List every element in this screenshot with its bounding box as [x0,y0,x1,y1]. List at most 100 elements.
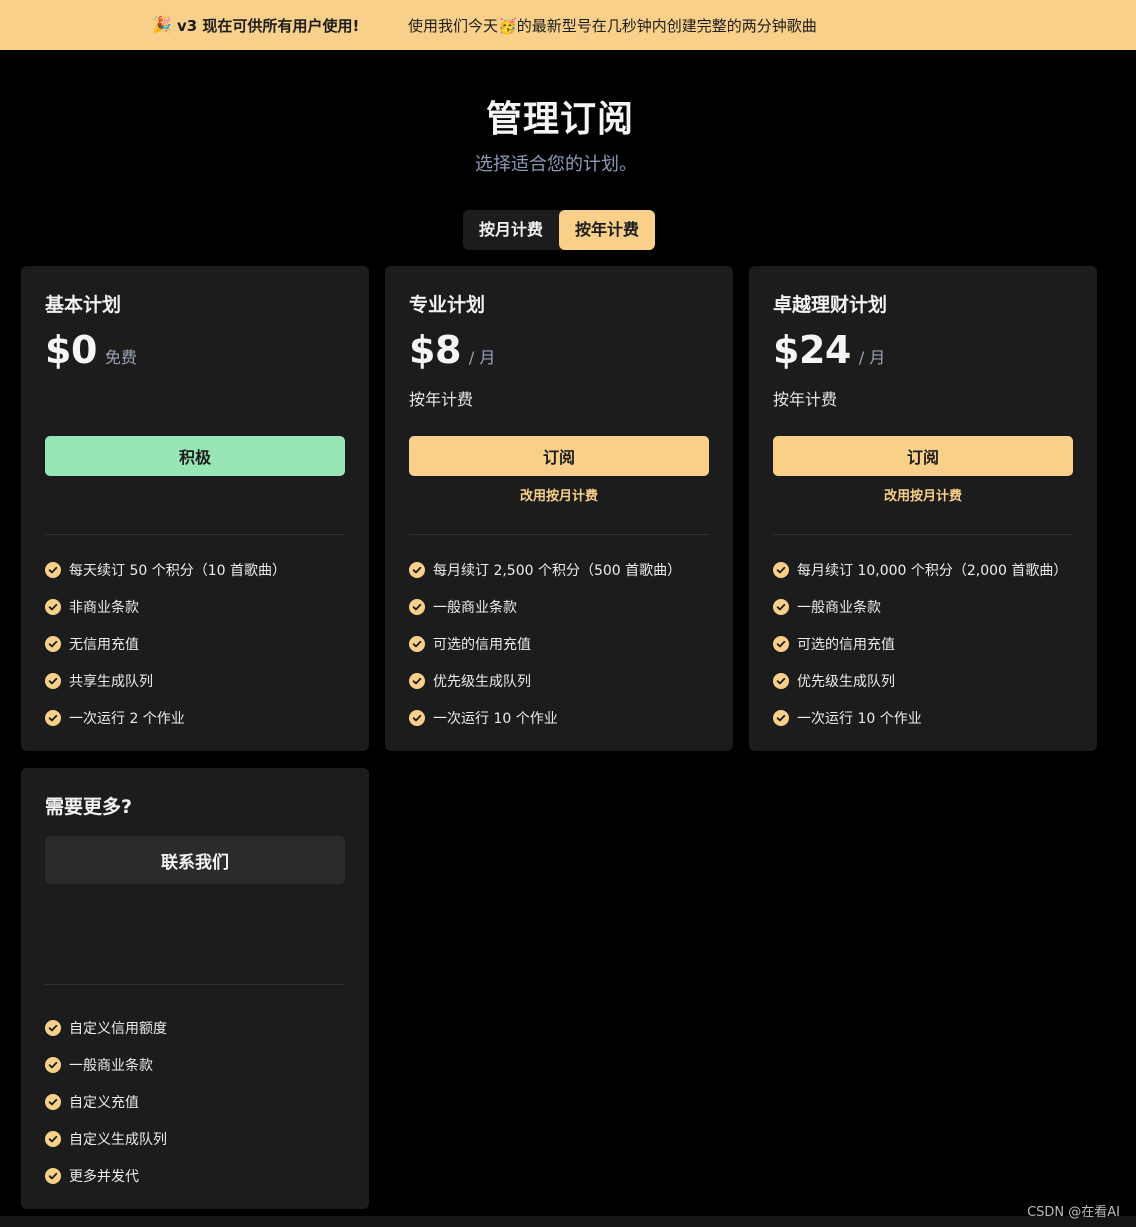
check-circle-icon [45,561,61,578]
plan-card-pro: 专业计划 $8 / 月 按年计费 订阅 改用按月计费 每月续订 2,500 个积… [385,266,733,751]
feature-item: 可选的信用充值 [409,625,681,662]
billing-note: 按年计费 [409,390,474,409]
switch-to-monthly-link[interactable]: 改用按月计费 [409,485,709,504]
feature-item: 可选的信用充值 [773,625,1067,662]
divider [45,534,345,535]
contact-us-button[interactable]: 联系我们 [45,836,345,884]
yearly-billing-tab[interactable]: 按年计费 [559,210,655,250]
active-plan-button[interactable]: 积极 [45,436,345,476]
plan-price-unit: / 月 [468,348,496,367]
feature-item: 共享生成队列 [45,662,286,699]
switch-to-monthly-link[interactable]: 改用按月计费 [773,485,1073,504]
feature-item: 自定义生成队列 [45,1120,167,1157]
check-circle-icon [45,1167,61,1184]
feature-text: 非商业条款 [69,599,139,616]
feature-text: 共享生成队列 [69,673,153,690]
banner-message-after: 的最新型号在几秒钟内创建完整的两分钟歌曲 [516,17,817,35]
subscribe-button[interactable]: 订阅 [773,436,1073,476]
plan-price: $0 免费 [45,328,137,372]
plan-price-amount: $8 [409,328,461,372]
check-circle-icon [409,635,425,652]
feature-text: 一般商业条款 [433,599,517,616]
feature-text: 一次运行 2 个作业 [69,710,185,727]
page-title: 管理订阅 [485,99,634,140]
feature-item: 自定义充值 [45,1083,167,1120]
feature-text: 可选的信用充值 [797,636,895,653]
feature-text: 自定义信用额度 [69,1020,167,1037]
feature-text: 优先级生成队列 [433,673,531,690]
check-circle-icon [45,1130,61,1147]
plan-price-unit: 免费 [104,348,137,367]
feature-item: 更多并发代 [45,1157,167,1194]
monthly-billing-tab[interactable]: 按月计费 [463,210,559,250]
check-circle-icon [45,1019,61,1036]
divider [773,534,1073,535]
feature-text: 自定义生成队列 [69,1131,167,1148]
billing-note: 按年计费 [773,390,838,409]
check-circle-icon [45,672,61,689]
subscribe-button[interactable]: 订阅 [409,436,709,476]
feature-item: 每天续订 50 个积分（10 首歌曲） [45,551,286,588]
feature-item: 一般商业条款 [773,588,1067,625]
billing-toggle: 按月计费 按年计费 [463,210,655,250]
check-circle-icon [45,1056,61,1073]
watermark: CSDN @在看AI [1027,1205,1120,1220]
plan-card-enterprise: 需要更多? 联系我们 自定义信用额度 一般商业条款自定义充值自定义生成队列 更多并发… [21,768,369,1209]
feature-text: 更多并发代 [69,1168,139,1185]
page-subtitle: 选择适合您的计划。 [475,154,637,175]
footer-bar [0,1216,1136,1227]
feature-text: 无信用充值 [69,636,139,653]
check-circle-icon [409,672,425,689]
plan-price-amount: $0 [45,328,97,372]
party-popper-icon: 🎉 [152,15,172,34]
party-face-icon: 🥳 [498,17,517,35]
plan-price: $8 / 月 [409,328,495,372]
feature-item: 优先级生成队列 [773,662,1067,699]
check-circle-icon [45,1093,61,1110]
feature-item: 自定义信用额度 [45,1009,167,1046]
check-circle-icon [45,635,61,652]
plan-card-premier: 卓越理财计划 $24 / 月 按年计费 订阅 改用按月计费 每月续订 10,00… [749,266,1097,751]
feature-list: 自定义信用额度 一般商业条款自定义充值自定义生成队列 更多并发代 [45,1009,167,1194]
feature-item: 一次运行 2 个作业 [45,699,286,736]
feature-text: 每天续订 50 个积分（10 首歌曲） [69,562,286,579]
check-circle-icon [409,561,425,578]
divider [45,984,345,985]
feature-item: 非商业条款 [45,588,286,625]
check-circle-icon [773,598,789,615]
feature-text: 一次运行 10 个作业 [433,710,558,727]
feature-text: 每月续订 2,500 个积分（500 首歌曲） [433,562,682,579]
divider [409,534,709,535]
plan-card-basic: 基本计划 $0 免费 积极 每天续订 50 个积分（10 首歌曲） 非商业条款无信… [21,266,369,751]
feature-text: 一般商业条款 [797,599,881,616]
feature-text: 可选的信用充值 [433,636,531,653]
feature-item: 一次运行 10 个作业 [773,699,1067,736]
feature-list: 每月续订 10,000 个积分（2,000 首歌曲） 一般商业条款 可选的信用充值优… [773,551,1067,736]
plan-name: 专业计划 [409,294,486,316]
banner-message: 使用我们今天🥳的最新型号在几秒钟内创建完整的两分钟歌曲 [408,15,817,36]
check-circle-icon [409,709,425,726]
check-circle-icon [45,709,61,726]
plan-price-amount: $24 [773,328,851,372]
feature-item: 一般商业条款 [45,1046,167,1083]
feature-item: 每月续订 2,500 个积分（500 首歌曲） [409,551,681,588]
banner-message-before: 使用我们今天 [408,17,499,35]
feature-item: 一次运行 10 个作业 [409,699,681,736]
feature-item: 优先级生成队列 [409,662,681,699]
check-circle-icon [773,635,789,652]
feature-text: 一般商业条款 [69,1057,153,1074]
feature-text: 优先级生成队列 [797,673,895,690]
check-circle-icon [773,672,789,689]
feature-list: 每天续订 50 个积分（10 首歌曲） 非商业条款无信用充值共享生成队列一次运行 … [45,551,286,736]
plan-name: 基本计划 [45,294,122,316]
banner-headline: v3 现在可供所有用户使用! [177,17,360,35]
check-circle-icon [773,709,789,726]
feature-list: 每月续订 2,500 个积分（500 首歌曲） 一般商业条款 可选的信用充值 优先级生… [409,551,681,736]
plan-name: 需要更多? [45,796,133,818]
feature-item: 无信用充值 [45,625,286,662]
check-circle-icon [773,561,789,578]
plan-price: $24 / 月 [773,328,885,372]
plan-name: 卓越理财计划 [773,294,888,316]
plan-price-unit: / 月 [858,348,886,367]
check-circle-icon [45,598,61,615]
